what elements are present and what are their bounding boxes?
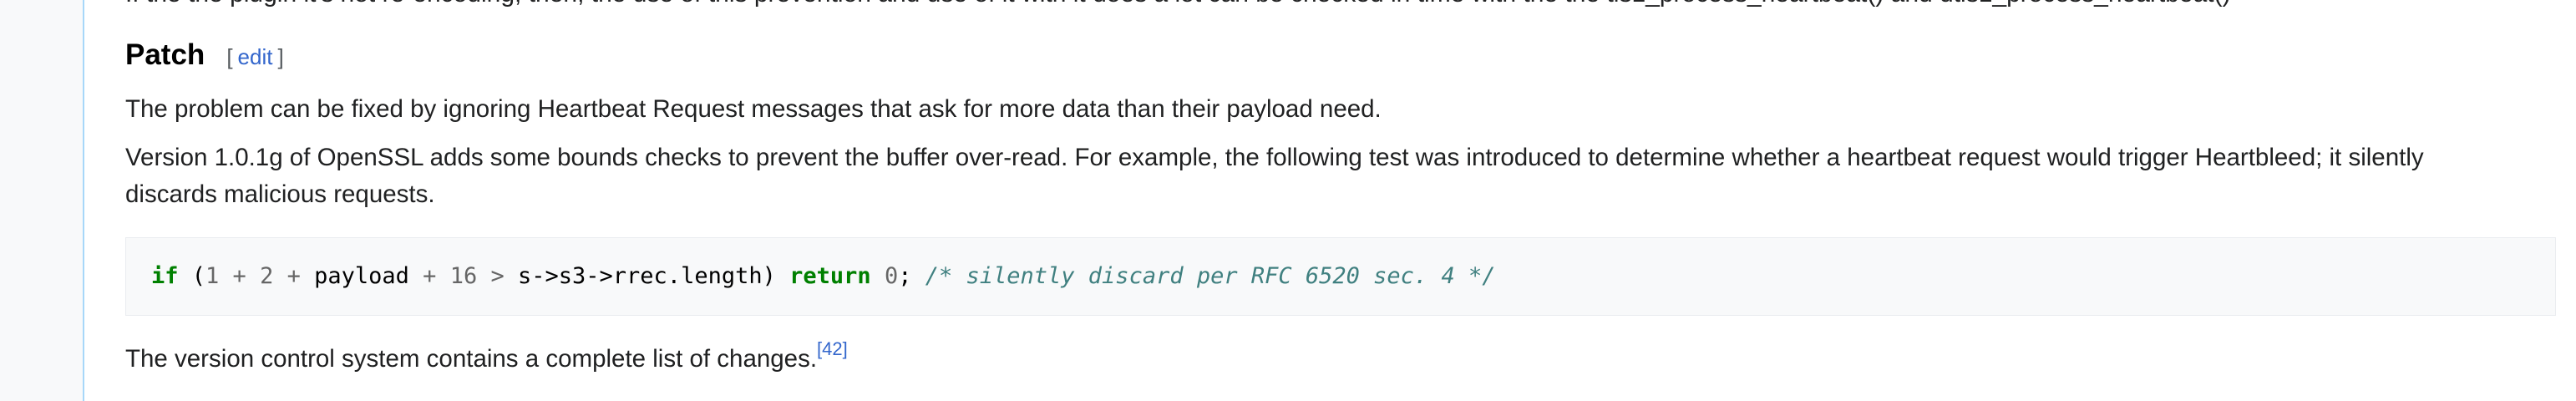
code-number-2: 2 (260, 263, 274, 289)
code-operator-plus: + (408, 263, 450, 289)
truncated-previous-paragraph: If the the plugin it's not re-encoding, … (125, 0, 2231, 7)
paragraph-fix-summary: The problem can be fixed by ignoring Hea… (125, 95, 1382, 123)
section-title: Patch (125, 38, 205, 71)
paragraph-version-fix: Version 1.0.1g of OpenSSL adds some boun… (125, 144, 2424, 208)
code-operator-plus: + (219, 263, 261, 289)
code-semicolon: ; (898, 263, 912, 289)
code-number-16: 16 (449, 263, 478, 289)
edit-bracket-close: ] (277, 44, 284, 69)
code-keyword-return: return (789, 263, 871, 289)
citation-superscript: [42] (817, 338, 848, 359)
code-comment: /* silently discard per RFC 6520 sec. 4 … (925, 263, 1496, 289)
code-paren-open: ( (178, 263, 206, 289)
paragraph-version-control: The version control system contains a co… (125, 338, 848, 378)
code-block: if (1 + 2 + payload + 16 > s->s3->rrec.l… (125, 237, 2556, 316)
edit-bracket-open: [ (226, 44, 233, 69)
code-operator-gt: > (477, 263, 518, 289)
citation-link[interactable]: [42] (817, 338, 848, 359)
section-heading: Patch [edit] (125, 38, 284, 72)
edit-section-link-group: [edit] (226, 44, 283, 70)
version-control-text: The version control system contains a co… (125, 345, 818, 373)
edit-section-link[interactable]: edit (238, 44, 273, 69)
code-expression-length: s->s3->rrec.length) (518, 263, 776, 289)
code-number-1: 1 (205, 263, 220, 289)
code-operator-plus: + (273, 263, 315, 289)
code-keyword-if: if (151, 263, 179, 289)
code-identifier-payload: payload (314, 263, 409, 289)
code-number-0: 0 (884, 263, 899, 289)
code-line: if (1 + 2 + payload + 16 > s->s3->rrec.l… (151, 262, 1495, 291)
